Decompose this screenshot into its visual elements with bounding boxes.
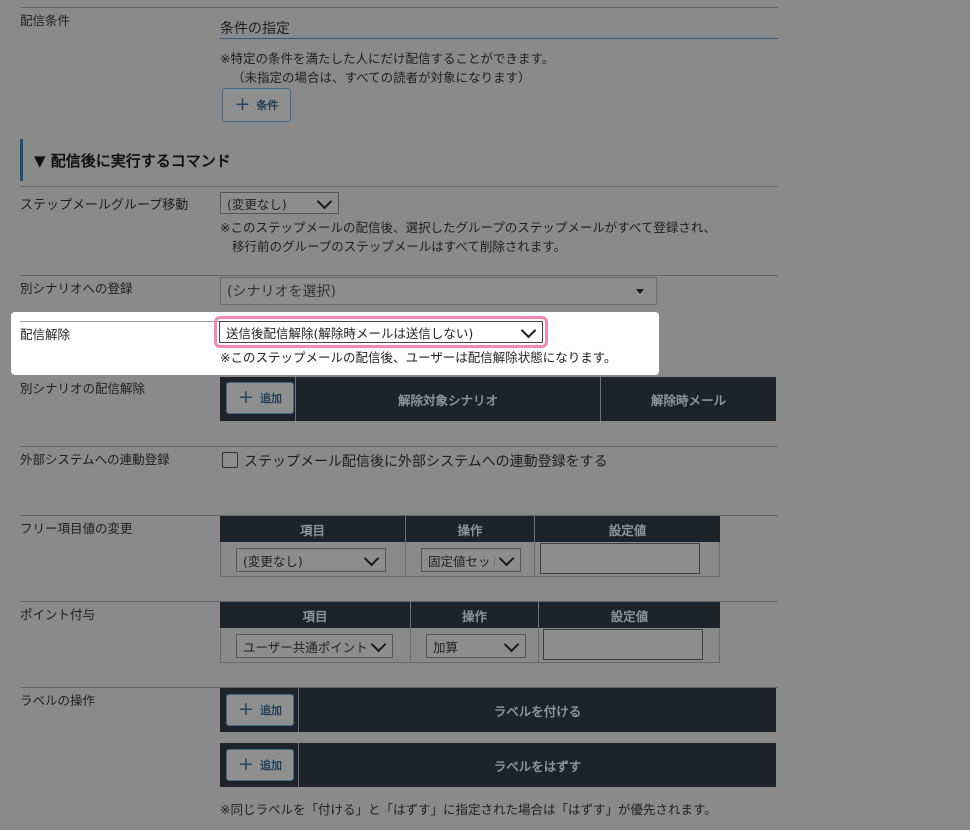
chevron-down-icon [370,636,387,652]
conditions-label: 配信条件 [20,13,71,28]
points-item-select[interactable]: ユーザー共通ポイント [236,634,393,658]
external-label: 外部システムへの連動登録 [20,452,170,467]
plus-icon: + [238,385,254,408]
dropdown-triangle-icon [636,288,644,294]
points-header: 項目 操作 設定値 [220,602,720,628]
scenario-unsub-col-mail: 解除時メール [650,392,726,408]
scenario-unsub-col-target: 解除対象シナリオ [397,392,498,408]
external-checkbox[interactable] [222,452,238,468]
plus-icon: + [238,697,254,720]
chevron-down-icon [503,636,520,652]
scenario-register-label: 別シナリオへの登録 [20,281,133,296]
points-value-input[interactable] [543,629,703,660]
label-detach-title: ラベルをはずす [493,758,582,774]
free-item-value-input[interactable] [540,543,700,574]
external-checkbox-label[interactable]: ステップメール配信後に外部システムへの連動登録をする [244,451,608,471]
labels-op-note: ※同じラベルを「付ける」と「はずす」に指定された場合は「はずす」が優先されます。 [220,802,717,817]
scenario-select[interactable]: (シナリオを選択) [220,277,657,305]
section-accent-bar [20,139,23,181]
step-group-note-1: ※このステップメールの配信後、選択したグループのステップメールがすべて登録され、 [220,220,716,235]
chevron-down-icon [363,550,380,566]
unsubscribe-select[interactable]: 送信後配信解除(解除時メールは送信しない) [219,321,543,343]
conditions-underline [220,38,778,39]
add-label-detach-button[interactable]: + 追加 [226,749,294,781]
free-item-label: フリー項目値の変更 [20,521,133,536]
points-op-select[interactable]: 加算 [426,634,526,658]
unsubscribe-label: 配信解除 [20,327,71,342]
scenario-unsub-label: 別シナリオの配信解除 [20,381,146,396]
scenario-unsub-bar: 解除対象シナリオ 解除時メール [220,377,776,421]
add-scenario-unsub-button[interactable]: + 追加 [226,382,294,414]
plus-icon: + [238,752,254,775]
chevron-down-icon [498,550,515,566]
add-condition-button[interactable]: + 条件 [222,88,291,122]
points-label: ポイント付与 [20,607,96,622]
labels-op-label: ラベルの操作 [20,693,96,708]
chevron-down-icon [520,322,537,338]
label-detach-bar: ラベルをはずす [220,743,776,787]
free-item-header: 項目 操作 設定値 [220,516,720,542]
free-item-op-select[interactable]: 固定値セット [421,548,521,572]
conditions-title: 条件の指定 [220,21,290,37]
free-item-item-select[interactable]: (変更なし) [236,548,386,572]
step-group-note-2: 移行前のグループのステップメールはすべて削除されます。 [232,239,567,254]
chevron-down-icon [316,193,333,209]
label-attach-bar: ラベルを付ける [220,688,776,732]
add-label-attach-button[interactable]: + 追加 [226,694,294,726]
step-group-select[interactable]: (変更なし) [220,192,339,214]
section-title: ▼ 配信後に実行するコマンド [34,152,231,170]
unsubscribe-divider [20,321,220,322]
conditions-note-1: ※特定の条件を満たした人にだけ配信することができます。 [220,51,555,66]
label-attach-title: ラベルを付ける [493,703,582,719]
conditions-note-2: （未指定の場合は、すべての読者が対象になります） [232,70,531,85]
step-group-label: ステップメールグループ移動 [20,198,189,213]
plus-icon: + [234,92,251,115]
unsubscribe-note: ※このステップメールの配信後、ユーザーは配信解除状態になります。 [220,350,617,365]
